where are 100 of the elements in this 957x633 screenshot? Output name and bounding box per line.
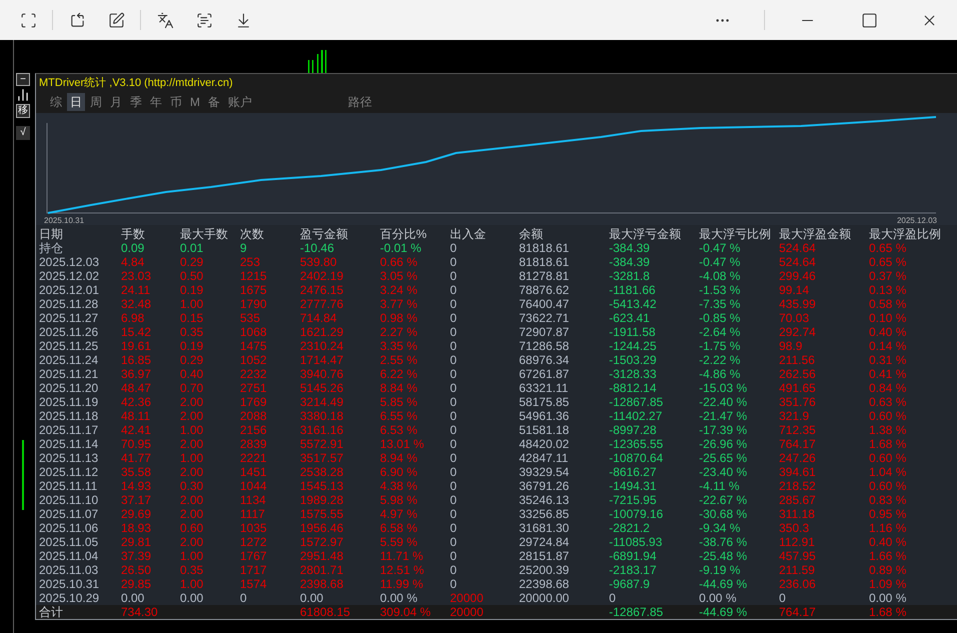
table-cell-text: 26.50	[121, 563, 152, 577]
table-cell-text: 1272	[240, 535, 268, 549]
table-cell-text: 0.19	[180, 283, 204, 297]
table-cell-text: -2183.17	[609, 563, 658, 577]
table-cell-text: -384.39	[609, 241, 651, 255]
table-cell-text: 0.70	[180, 381, 204, 395]
table-cell-text: -12867.85	[609, 605, 664, 619]
table-cell-text: -1911.58	[609, 325, 656, 339]
table-cell-text: 1790	[240, 297, 268, 311]
table-cell-text: 8.94 %	[380, 451, 418, 465]
table-cell-text: 0.31 %	[869, 353, 908, 367]
table-cell-text: -30.68 %	[699, 507, 748, 521]
table-cell-text: 2538.28	[300, 465, 344, 479]
table-cell-text: 764.17	[779, 605, 817, 619]
table-cell-text: 2.27 %	[380, 325, 418, 339]
table-cell-text: 0.37 %	[869, 269, 908, 283]
table-cell-text: 1035	[240, 521, 268, 535]
table-cell-text: 253	[240, 255, 262, 269]
table-cell-text: -0.85 %	[699, 311, 742, 325]
table-cell-text: -0.47 %	[699, 255, 742, 269]
table-cell-text: 2.00	[180, 409, 204, 423]
collapse-button[interactable]: −	[16, 73, 30, 86]
column-header: 余额	[519, 227, 544, 241]
table-cell-text: 16.85	[121, 353, 152, 367]
period-tab[interactable]: 备	[205, 93, 223, 112]
table-cell-text: 524.64	[779, 255, 817, 269]
table-cell-text: 0	[609, 591, 617, 605]
table-cell-text: -7.35 %	[699, 297, 742, 311]
table-cell-text: -10079.16	[609, 507, 664, 521]
table-cell-text: 3.05 %	[380, 269, 418, 283]
table-cell-text: 299.46	[779, 269, 817, 283]
table-cell-text: 23.03	[121, 269, 152, 283]
period-tab[interactable]: 日	[67, 93, 85, 112]
table-cell-text: 6.22 %	[380, 367, 418, 381]
table-cell-text: 262.56	[779, 367, 817, 381]
table-cell-text: 54961.36	[519, 409, 570, 423]
table-cell-text: 63321.11	[519, 381, 570, 395]
table-cell-text: 6.55 %	[380, 409, 418, 423]
table-cell-text: 2951.48	[300, 549, 344, 563]
table-cell-text: -384.39	[609, 255, 651, 269]
check-button[interactable]: √	[16, 126, 30, 140]
table-cell-text: 2025.11.04	[39, 549, 100, 563]
period-tab[interactable]: 年	[147, 93, 165, 112]
table-cell-text: 31681.30	[519, 521, 570, 535]
path-tab[interactable]: 路径	[345, 93, 375, 112]
column-header: 最大浮亏比例	[699, 227, 772, 241]
table-cell-text: 78876.62	[519, 283, 570, 297]
table-cell-text: 48420.02	[519, 437, 570, 451]
table-cell-text: 37.17	[121, 493, 152, 507]
table-cell-text: 36.97	[121, 367, 152, 381]
table-cell-text: 0	[450, 507, 458, 521]
table-cell-text: -1.53 %	[699, 283, 742, 297]
table-cell-text: 70.03	[779, 311, 810, 325]
period-tab[interactable]: M	[187, 93, 203, 112]
table-cell-text: -1503.29	[609, 353, 658, 367]
table-cell-text: -2.22 %	[699, 353, 742, 367]
bar-chart-icon[interactable]	[16, 88, 30, 102]
table-cell-text: 311.18	[779, 507, 816, 521]
period-tab[interactable]: 币	[167, 93, 185, 112]
table-cell-text: 535	[240, 311, 262, 325]
table-cell-text: 2025.12.02	[39, 269, 100, 283]
column-header: 出入金	[450, 227, 487, 241]
table-cell-text: -22.67 %	[699, 493, 748, 507]
table-cell-text: 2025.11.27	[39, 311, 100, 325]
table-cell-text: 81818.61	[519, 255, 570, 269]
period-tab[interactable]: 账户	[225, 93, 255, 112]
period-tab[interactable]: 月	[107, 93, 125, 112]
table-cell-text: 236.06	[779, 577, 817, 591]
table-cell-text: 394.61	[779, 465, 817, 479]
table-cell-text: -9.34 %	[699, 521, 742, 535]
table-cell-text: 6.90 %	[380, 465, 418, 479]
table-cell-text: 734.30	[121, 605, 159, 619]
table-cell-text: 0.14 %	[869, 339, 908, 353]
table-cell-text: 0.29	[180, 353, 204, 367]
table-cell-text: 2025.11.28	[39, 297, 100, 311]
period-tab[interactable]: 周	[87, 93, 105, 112]
table-cell-text: 73622.71	[519, 311, 570, 325]
period-tab[interactable]: 季	[127, 93, 145, 112]
move-button[interactable]: 移	[16, 104, 30, 118]
table-cell-text: 0.40 %	[869, 325, 908, 339]
column-header: 次数	[240, 227, 265, 241]
table-cell-text: 0.00	[121, 591, 146, 605]
period-tab[interactable]: 综	[47, 93, 65, 112]
table-cell-text: 2839	[240, 437, 268, 451]
column-header: 盈亏金额	[300, 227, 349, 241]
table-cell-text: -38.76 %	[699, 535, 748, 549]
table-cell-text: -4.08 %	[699, 269, 742, 283]
table-cell-text: 持仓	[39, 241, 64, 255]
column-header: 最大浮亏金额	[609, 227, 682, 241]
table-cell-text: -9687.9	[609, 577, 651, 591]
table-cell-text: 0	[450, 451, 458, 465]
table-cell-text: 0.83 %	[869, 493, 908, 507]
table-cell-text: 712.35	[779, 423, 817, 437]
table-cell-text: 2025.11.21	[39, 367, 100, 381]
table-cell-text: 0	[240, 591, 248, 605]
table-cell-text: 29.85	[121, 577, 152, 591]
table-cell-text: 76400.47	[519, 297, 570, 311]
table-cell-text: 211.56	[779, 353, 816, 367]
table-cell-text: 1134	[240, 493, 267, 507]
table-cell-text: 25200.39	[519, 563, 570, 577]
